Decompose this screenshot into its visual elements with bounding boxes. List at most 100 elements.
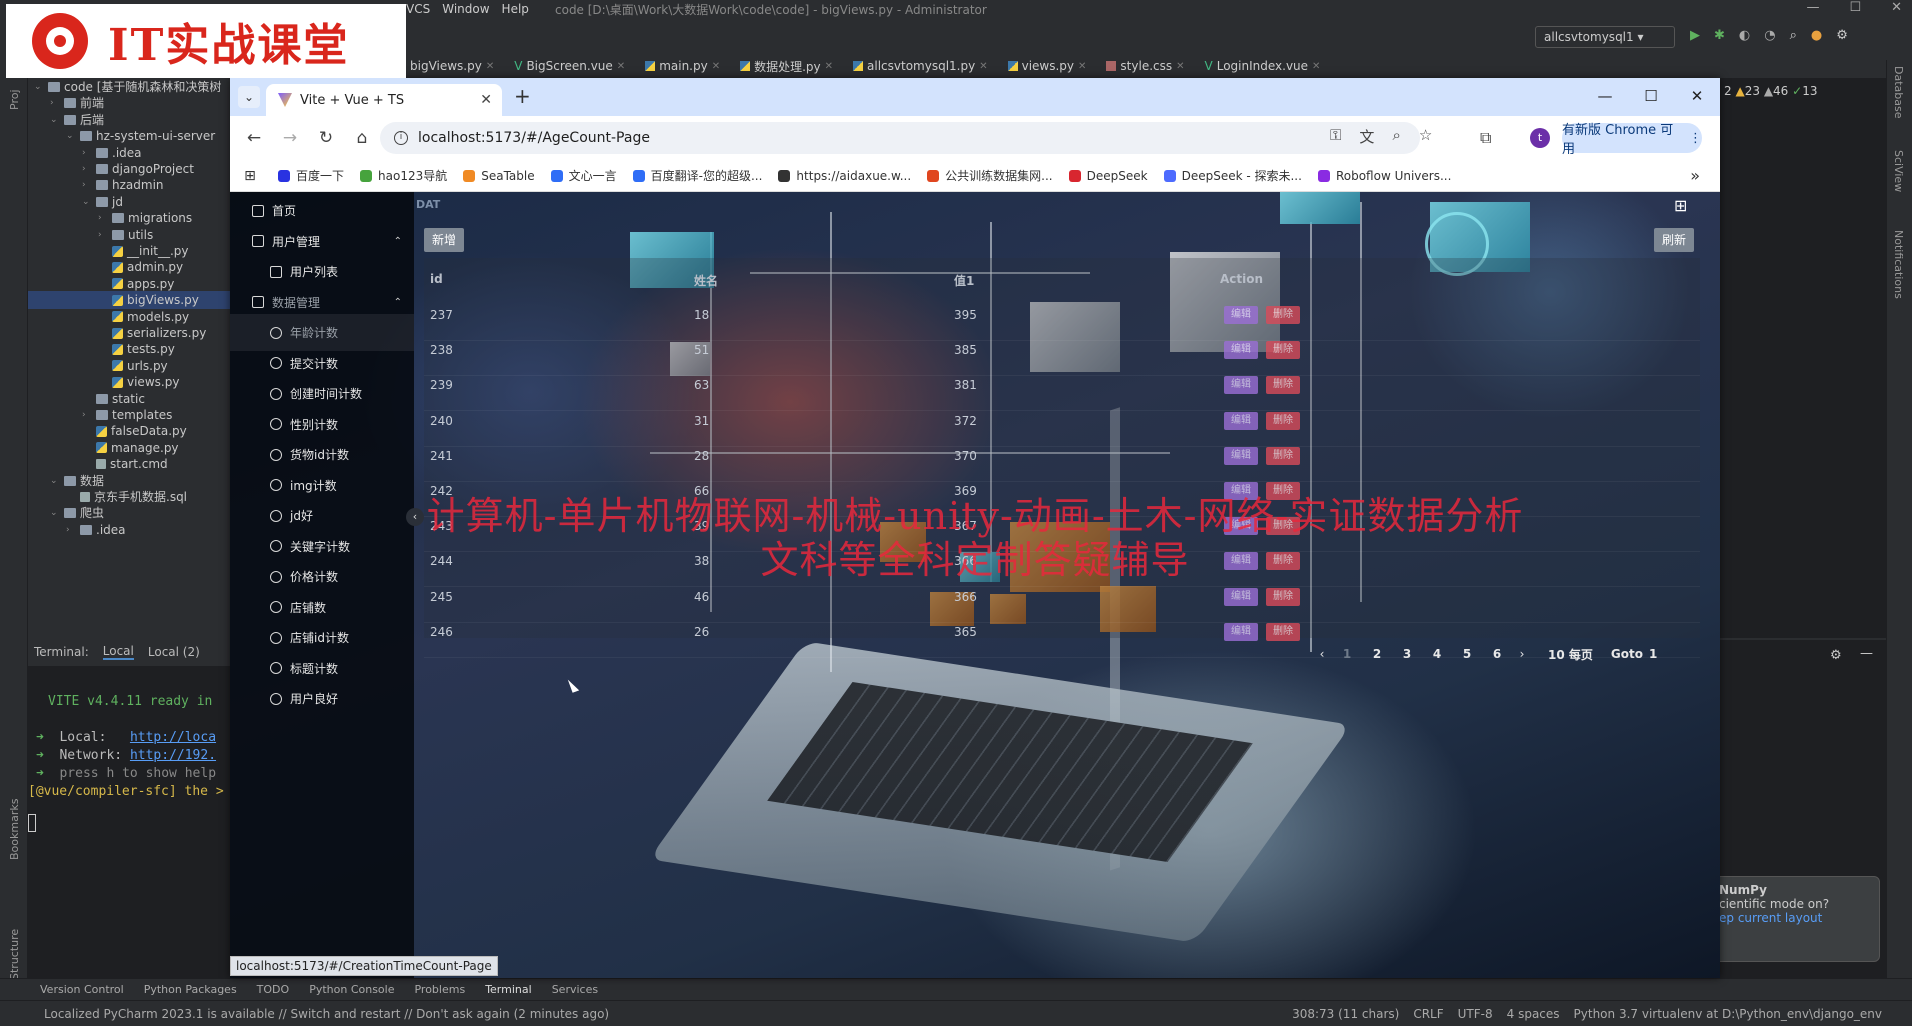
page-number[interactable]: 5 (1452, 647, 1482, 661)
edit-button[interactable]: 编辑 (1224, 376, 1258, 395)
edit-button[interactable]: 编辑 (1224, 411, 1258, 430)
menu-window[interactable]: Window (436, 2, 495, 16)
tree-item[interactable]: ⌄ jd (82, 193, 123, 211)
delete-button[interactable]: 删除 (1266, 446, 1300, 465)
editor-tab[interactable]: V BigScreen.vue ✕ (504, 59, 635, 73)
profile-run-icon[interactable]: ◔ (1764, 28, 1775, 43)
browser-tab[interactable]: Vite + Vue + TS ✕ (266, 84, 502, 116)
forward-icon[interactable]: → (272, 128, 308, 148)
edit-button[interactable]: 编辑 (1224, 622, 1258, 641)
edit-button[interactable]: 编辑 (1224, 552, 1258, 571)
home-icon[interactable]: ⌂ (344, 128, 380, 148)
minimize-icon[interactable]: — (1582, 78, 1628, 114)
file-encoding[interactable]: UTF-8 (1458, 1007, 1493, 1021)
tool-version-control[interactable]: Version Control (40, 983, 124, 996)
delete-button[interactable]: 删除 (1266, 552, 1300, 571)
tree-item[interactable]: falseData.py (82, 422, 187, 440)
chevron-down-icon[interactable]: ⌄ (82, 193, 92, 211)
chevron-right-icon[interactable]: › (50, 94, 60, 112)
translate-icon[interactable]: 文 (1359, 126, 1374, 147)
tree-item[interactable]: › hzadmin (82, 176, 164, 194)
tree-item[interactable]: › migrations (98, 209, 192, 227)
delete-button[interactable]: 删除 (1266, 341, 1300, 360)
close-icon[interactable]: ✕ (1176, 61, 1184, 72)
close-icon[interactable]: ✕ (617, 61, 625, 72)
tool-terminal[interactable]: Terminal (485, 983, 532, 996)
delete-button[interactable]: 删除 (1266, 482, 1300, 500)
close-icon[interactable]: ✕ (825, 61, 833, 72)
tree-item[interactable]: __init__.py (98, 242, 189, 260)
editor-tab[interactable]: 数据处理.py ✕ (730, 58, 843, 75)
tree-item[interactable]: › djangoProject (82, 160, 194, 178)
apps-grid-icon[interactable]: ⊞ (230, 168, 270, 184)
bookmark-item[interactable]: Roboflow Univers... (1310, 169, 1459, 183)
editor-tab[interactable]: V LoginIndex.vue ✕ (1195, 59, 1331, 73)
page-number[interactable]: 4 (1422, 647, 1452, 661)
zoom-icon[interactable]: ⌕ (1392, 126, 1400, 147)
tree-item[interactable]: manage.py (82, 439, 179, 457)
chrome-update-button[interactable]: 有新版 Chrome 可用 ⋮ (1562, 123, 1702, 157)
bookmark-star-icon[interactable]: ☆ (1419, 126, 1432, 147)
more-bookmarks-icon[interactable]: » (1690, 166, 1700, 185)
delete-button[interactable]: 删除 (1266, 306, 1300, 324)
bookmarks-tool-label[interactable]: Bookmarks (8, 799, 21, 860)
refresh-button[interactable]: 刷新 (1654, 228, 1694, 252)
bookmark-item[interactable]: hao123导航 (352, 167, 455, 184)
tree-item[interactable]: › utils (98, 226, 153, 244)
close-icon[interactable]: ✕ (712, 61, 720, 72)
page-number[interactable]: 6 (1482, 647, 1512, 661)
bookmark-item[interactable]: 文心一言 (543, 167, 625, 184)
page-number[interactable]: 2 (1362, 647, 1392, 661)
add-button[interactable]: 新增 (424, 228, 464, 252)
tree-item[interactable]: › templates (82, 406, 172, 424)
structure-tool-label[interactable]: Structure (8, 929, 21, 980)
tool-python-console[interactable]: Python Console (309, 983, 394, 996)
gear-icon[interactable]: ⚙ (1830, 648, 1842, 663)
chevron-right-icon[interactable]: › (82, 144, 92, 162)
chevron-right-icon[interactable]: › (82, 406, 92, 424)
tab-search-icon[interactable]: ⌄ (238, 86, 260, 108)
chevron-right-icon[interactable]: › (82, 160, 92, 178)
editor-tab[interactable]: views.py ✕ (998, 59, 1097, 73)
delete-button[interactable]: 删除 (1266, 376, 1300, 395)
tree-item[interactable]: › .idea (66, 521, 126, 539)
tree-item[interactable]: ⌄ 后端 (50, 111, 104, 129)
tree-item[interactable]: apps.py (98, 275, 174, 293)
local-url-link[interactable]: http://loca (130, 730, 216, 745)
tree-item[interactable]: ⌄ code [基于随机森林和决策树 (34, 78, 221, 96)
tree-item[interactable]: ⌄ hz-system-ui-server (66, 127, 215, 145)
chevron-down-icon[interactable]: ⌄ (66, 127, 76, 145)
tree-item[interactable]: ⌄ 爬虫 (50, 504, 104, 522)
notifications-tool-label[interactable]: Notifications (1892, 230, 1905, 299)
delete-button[interactable]: 删除 (1266, 517, 1300, 536)
python-interpreter[interactable]: Python 3.7 virtualenv at D:\Python_env\d… (1574, 1007, 1882, 1021)
indent-setting[interactable]: 4 spaces (1507, 1007, 1560, 1021)
maximize-icon[interactable]: ☐ (1849, 0, 1861, 15)
grid-menu-icon[interactable]: ⊞ (1674, 196, 1687, 215)
terminal-tab-local[interactable]: Local (102, 644, 134, 660)
terminal-tab-local-2[interactable]: Local (2) (148, 645, 200, 659)
delete-button[interactable]: 删除 (1266, 622, 1300, 641)
tree-item[interactable]: serializers.py (98, 324, 206, 342)
project-tool-label[interactable]: Proj (8, 89, 21, 110)
bookmark-item[interactable]: DeepSeek (1061, 169, 1156, 183)
menu-item[interactable]: 用户良好 (230, 680, 414, 717)
site-info-icon[interactable]: i (394, 131, 408, 145)
close-icon[interactable]: ✕ (1078, 61, 1086, 72)
bookmark-item[interactable]: https://aidaxue.w... (770, 169, 919, 183)
goto-input[interactable]: 1 (1649, 647, 1679, 661)
editor-tab[interactable]: allcsvtomysql1.py ✕ (843, 59, 998, 73)
edit-button[interactable]: 编辑 (1224, 587, 1258, 606)
numpy-keep-layout-link[interactable]: ep current layout (1719, 911, 1871, 925)
tree-item[interactable]: admin.py (98, 258, 183, 276)
tree-item[interactable]: models.py (98, 308, 189, 326)
chevron-down-icon[interactable]: ⌄ (34, 78, 44, 96)
chevron-down-icon[interactable]: ⌄ (50, 472, 60, 490)
tree-item[interactable]: views.py (98, 373, 179, 391)
edit-button[interactable]: 编辑 (1224, 306, 1258, 324)
bookmark-item[interactable]: 公共训练数据集网... (919, 167, 1060, 184)
settings-icon[interactable]: ⚙ (1836, 28, 1848, 43)
run-configuration-select[interactable]: allcsvtomysql1 ▾ (1535, 26, 1675, 48)
page-number[interactable]: 1 (1332, 647, 1362, 661)
chevron-right-icon[interactable]: › (66, 521, 76, 539)
